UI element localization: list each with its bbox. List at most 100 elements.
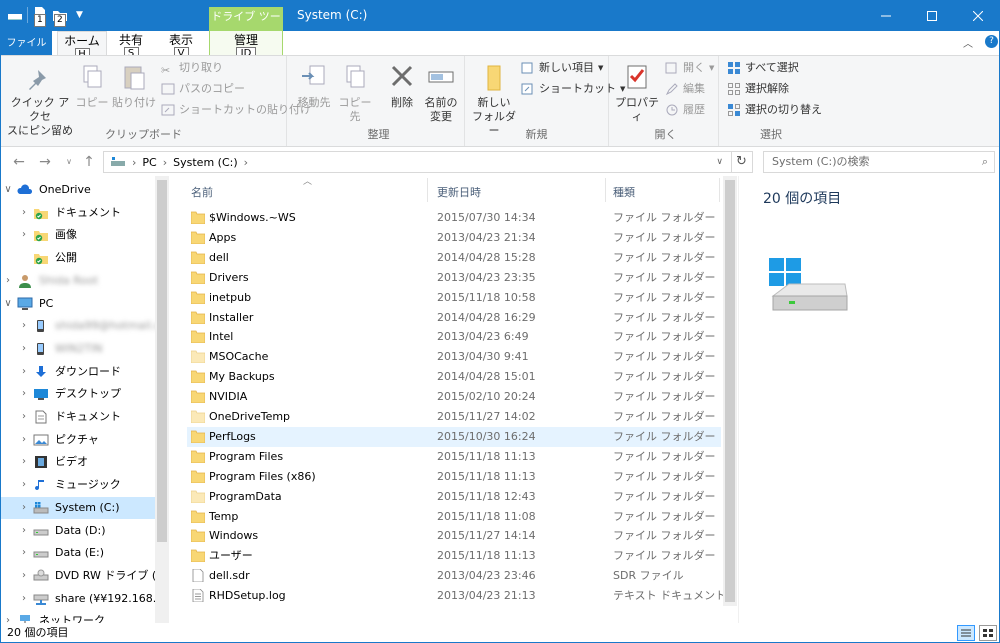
properties-icon[interactable]: 1 [32,6,48,27]
tab-home[interactable]: ホームH [57,31,107,62]
breadcrumb-pc[interactable]: PC [142,156,156,169]
file-row[interactable]: Drivers 2013/04/23 23:35 ファイル フォルダー [187,268,721,288]
details-view-button[interactable] [957,625,975,641]
tree-item[interactable]: 公開 [1,247,155,269]
customize-qat-icon[interactable]: ▼ [76,10,83,20]
file-row[interactable]: Installer 2014/04/28 16:29 ファイル フォルダー [187,308,721,328]
new-folder-icon[interactable]: 2 [52,6,68,27]
scrollbar-thumb[interactable] [157,180,167,542]
select-all-button[interactable]: すべて選択 [727,58,799,78]
recent-locations-button[interactable]: ∨ [59,152,79,172]
tree-item[interactable]: ∨ PC [1,293,155,315]
tree-item[interactable]: › ダウンロード [1,361,155,383]
paste-shortcut-button[interactable]: ショートカットの貼り付け [161,100,311,120]
paste-button[interactable]: 貼り付け [111,60,157,110]
tab-file[interactable]: ファイル [1,31,52,55]
back-button[interactable]: ← [9,152,29,172]
file-row[interactable]: $Windows.~WS 2015/07/30 14:34 ファイル フォルダー [187,208,721,228]
file-row[interactable]: inetpub 2015/11/18 10:58 ファイル フォルダー [187,288,721,308]
file-row[interactable]: ユーザー 2015/11/18 11:13 ファイル フォルダー [187,546,721,566]
file-row[interactable]: Program Files 2015/11/18 11:13 ファイル フォルダー [187,447,721,467]
help-icon[interactable]: ? [985,35,998,48]
chevron-right-icon[interactable]: › [19,565,29,587]
column-name[interactable]: 名前 [191,184,213,200]
copy-button[interactable]: コピー [75,60,109,110]
tree-item[interactable]: › System (C:) [1,496,155,519]
chevron-right-icon[interactable]: › [19,497,29,519]
column-type[interactable]: 種類 [613,184,635,200]
properties-button[interactable]: プロパティ [613,60,661,124]
large-icons-view-button[interactable] [979,625,997,641]
chevron-right-icon[interactable]: › [19,406,29,428]
file-row[interactable]: PerfLogs 2015/10/30 16:24 ファイル フォルダー [187,426,721,447]
file-row[interactable]: MSOCache 2013/04/30 9:41 ファイル フォルダー [187,347,721,367]
chevron-right-icon[interactable]: › [19,520,29,542]
close-button[interactable] [955,1,999,31]
move-to-button[interactable]: 移動先 [295,60,333,110]
tree-item[interactable]: › ピクチャ [1,429,155,451]
chevron-right-icon[interactable]: › [19,451,29,473]
tree-item[interactable]: › ミュージック [1,474,155,496]
file-row[interactable]: dell.sdr 2013/04/23 23:46 SDR ファイル [187,566,721,586]
search-input[interactable]: System (C:)の検索 ⌕ [763,151,995,173]
nav-scrollbar[interactable] [155,176,169,623]
file-row[interactable]: Windows 2015/11/27 14:14 ファイル フォルダー [187,526,721,546]
open-button[interactable]: 開く ▼ [665,58,714,78]
tree-item[interactable]: › Data (D:) [1,520,155,542]
tree-item[interactable]: › DVD RW ドライブ (Q: [1,565,155,587]
tree-item[interactable]: ∨ OneDrive [1,179,155,201]
file-row[interactable]: Program Files (x86) 2015/11/18 11:13 ファイル … [187,467,721,487]
tree-item[interactable]: › ネットワーク [1,610,155,623]
column-divider[interactable] [427,178,428,202]
list-scrollbar[interactable] [723,176,737,606]
delete-button[interactable]: 削除 [385,60,419,110]
new-item-button[interactable]: 新しい項目 ▼ [521,58,603,78]
tree-item[interactable]: › ドキュメント [1,406,155,428]
chevron-right-icon[interactable]: › [19,474,29,496]
chevron-right-icon[interactable]: › [3,270,13,292]
tree-item[interactable]: › shida99@hotmail.co [1,315,155,337]
breadcrumb-system-c[interactable]: System (C:) [173,156,238,169]
chevron-right-icon[interactable]: › [19,315,29,337]
select-none-button[interactable]: 選択解除 [727,79,789,99]
expand-ribbon-icon[interactable]: ︿ [963,35,973,50]
chevron-right-icon[interactable]: › [19,338,29,360]
chevron-right-icon[interactable]: › [19,588,29,610]
tab-view[interactable]: 表示 V [161,31,201,61]
tab-manage[interactable]: 管理 JD [209,31,283,61]
tree-item[interactable]: › Data (E:) [1,542,155,564]
up-button[interactable]: ↑ [79,152,99,172]
chevron-right-icon[interactable]: › [3,610,13,623]
tab-share[interactable]: 共有 S [111,31,151,61]
chevron-right-icon[interactable]: › [19,202,29,224]
tree-item[interactable]: › 画像 [1,224,155,246]
maximize-button[interactable] [909,1,955,31]
cut-button[interactable]: ✂ 切り取り [161,58,223,78]
chevron-down-icon[interactable]: ∨ [3,293,13,315]
file-row[interactable]: NVIDIA 2015/02/10 20:24 ファイル フォルダー [187,387,721,407]
history-button[interactable]: 履歴 [665,100,705,120]
file-row[interactable]: My Backups 2014/04/28 15:01 ファイル フォルダー [187,367,721,387]
column-divider[interactable] [719,178,720,202]
copy-to-button[interactable]: コピー先 [335,60,375,124]
invert-selection-button[interactable]: 選択の切り替え [727,100,822,120]
chevron-down-icon[interactable]: ∨ [716,157,723,167]
file-row[interactable]: Temp 2015/11/18 11:08 ファイル フォルダー [187,507,721,527]
file-row[interactable]: Intel 2013/04/23 6:49 ファイル フォルダー [187,327,721,347]
chevron-right-icon[interactable]: › [19,224,29,246]
file-row[interactable]: OneDriveTemp 2015/11/27 14:02 ファイル フォルダー [187,407,721,427]
chevron-down-icon[interactable]: ∨ [3,179,13,201]
chevron-right-icon[interactable]: › [19,383,29,405]
tree-item[interactable]: › Shida Root [1,270,155,292]
tree-item[interactable]: › ビデオ [1,451,155,473]
address-bar[interactable]: › PC › System (C:) › ∨ [103,151,732,173]
tree-item[interactable]: › デスクトップ [1,383,155,405]
file-row[interactable]: Apps 2013/04/23 21:34 ファイル フォルダー [187,228,721,248]
copy-path-button[interactable]: パスのコピー [161,79,245,99]
tree-item[interactable]: › share (¥¥192.168.1. [1,588,155,610]
drive-icon[interactable] [7,6,23,24]
tree-item[interactable]: › ドキュメント [1,202,155,224]
file-row[interactable]: ProgramData 2015/11/18 12:43 ファイル フォルダー [187,487,721,507]
rename-button[interactable]: 名前の 変更 [421,60,461,124]
chevron-right-icon[interactable]: › [19,429,29,451]
